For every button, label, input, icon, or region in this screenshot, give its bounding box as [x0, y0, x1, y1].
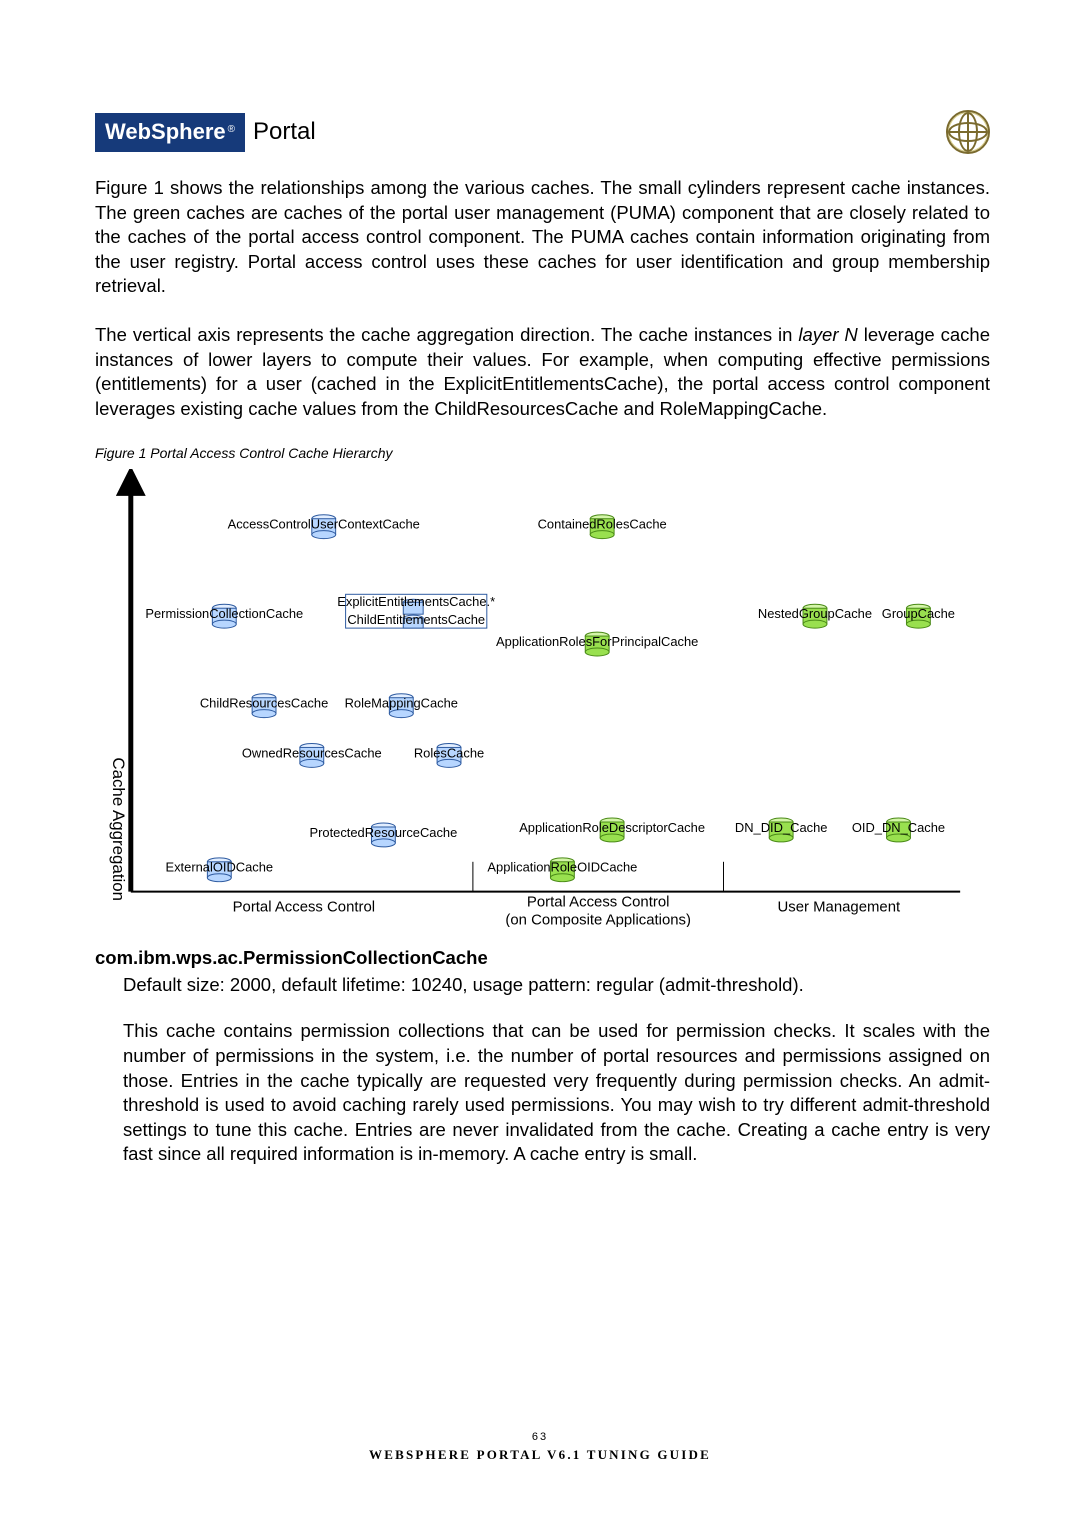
- node-AccessControlUserContextCache: AccessControlUserContextCache: [228, 515, 420, 539]
- section-body: Default size: 2000, default lifetime: 10…: [123, 973, 990, 1167]
- node-ApplicationRolesForPrincipalCache: ApplicationRolesForPrincipalCache: [496, 632, 698, 656]
- paragraph-1: Figure 1 shows the relationships among t…: [95, 176, 990, 299]
- svg-text:RoleMappingCache: RoleMappingCache: [345, 696, 458, 711]
- figure-caption: Figure 1 Portal Access Control Cache Hie…: [95, 445, 990, 461]
- node-NestedGroupCache: NestedGroupCache: [758, 605, 872, 629]
- svg-text:ChildEntitlementsCache: ChildEntitlementsCache: [347, 612, 485, 627]
- svg-text:OwnedResourcesCache: OwnedResourcesCache: [242, 746, 382, 761]
- node-OwnedResourcesCache: OwnedResourcesCache: [242, 744, 382, 768]
- node-DN-DID-Cache: DN_DID_Cache: [735, 818, 828, 842]
- svg-text:OID_DN_Cache: OID_DN_Cache: [852, 820, 945, 835]
- svg-text:ChildResourcesCache: ChildResourcesCache: [200, 696, 328, 711]
- svg-text:ApplicationRolesForPrincipalCa: ApplicationRolesForPrincipalCache: [496, 634, 698, 649]
- svg-text:NestedGroupCache: NestedGroupCache: [758, 607, 872, 622]
- trademark-symbol: ®: [228, 124, 235, 135]
- node-ExternalOIDCache: ExternalOIDCache: [166, 858, 274, 882]
- page-header: WebSphere ® Portal: [95, 110, 990, 154]
- svg-text:ProtectedResourceCache: ProtectedResourceCache: [309, 825, 457, 840]
- brand-badge: WebSphere ®: [95, 113, 245, 152]
- node-PermissionCollectionCache: PermissionCollectionCache: [145, 605, 303, 629]
- logo: WebSphere ® Portal: [95, 113, 316, 152]
- col-2-label: User Management: [778, 900, 901, 916]
- svg-text:DN_DID_Cache: DN_DID_Cache: [735, 820, 828, 835]
- node-ProtectedResourceCache: ProtectedResourceCache: [309, 823, 457, 847]
- node-GroupCache: GroupCache: [882, 605, 955, 629]
- globe-icon: [946, 110, 990, 154]
- section-description: This cache contains permission collectio…: [123, 1019, 990, 1167]
- brand-text: WebSphere: [105, 119, 226, 145]
- col-0-label: Portal Access Control: [233, 900, 376, 916]
- node-ChildResourcesCache: ChildResourcesCache: [200, 694, 328, 718]
- section-defaults-line: Default size: 2000, default lifetime: 10…: [123, 973, 990, 998]
- svg-text:ContainedRolesCache: ContainedRolesCache: [538, 517, 667, 532]
- node-RoleMappingCache: RoleMappingCache: [345, 694, 458, 718]
- node-ContainedRolesCache: ContainedRolesCache: [538, 515, 667, 539]
- col-1-label: Portal Access Control: [527, 895, 670, 911]
- node-ApplicationRoleOIDCache: ApplicationRoleOIDCache: [487, 858, 637, 882]
- page-number: 63: [0, 1431, 1080, 1443]
- cache-hierarchy-svg: Cache Aggregation Portal Access Control …: [95, 469, 990, 926]
- node-OID-DN-Cache: OID_DN_Cache: [852, 818, 945, 842]
- axis-label: Cache Aggregation: [109, 758, 128, 902]
- product-name: Portal: [253, 118, 316, 146]
- document-page: WebSphere ® Portal Figure 1 shows the re…: [0, 0, 1080, 1528]
- svg-text:ExternalOIDCache: ExternalOIDCache: [166, 860, 274, 875]
- svg-text:AccessControlUserContextCache: AccessControlUserContextCache: [228, 517, 420, 532]
- cache-hierarchy-figure: Cache Aggregation Portal Access Control …: [95, 469, 990, 926]
- p2-part-a: The vertical axis represents the cache a…: [95, 324, 798, 345]
- svg-text:GroupCache: GroupCache: [882, 607, 955, 622]
- svg-text:ApplicationRoleDescriptorCache: ApplicationRoleDescriptorCache: [519, 820, 705, 835]
- svg-text:ApplicationRoleOIDCache: ApplicationRoleOIDCache: [487, 860, 637, 875]
- svg-text:PermissionCollectionCache: PermissionCollectionCache: [145, 607, 303, 622]
- p2-layer-term: layer N: [798, 324, 857, 345]
- col-1-sublabel: (on Composite Applications): [505, 913, 691, 927]
- page-footer: 63 WEBSPHERE PORTAL V6.1 TUNING GUIDE: [0, 1431, 1080, 1463]
- section-heading: com.ibm.wps.ac.PermissionCollectionCache: [95, 947, 990, 969]
- node-RolesCache: RolesCache: [414, 744, 484, 768]
- node-ExplicitEntitlementsCache: ExplicitEntitlementsCache.* ChildEntitle…: [337, 595, 495, 629]
- node-ApplicationRoleDescriptorCache: ApplicationRoleDescriptorCache: [519, 818, 705, 842]
- paragraph-2: The vertical axis represents the cache a…: [95, 323, 990, 421]
- footer-title: WEBSPHERE PORTAL V6.1 TUNING GUIDE: [369, 1447, 711, 1462]
- svg-text:RolesCache: RolesCache: [414, 746, 484, 761]
- svg-text:ExplicitEntitlementsCache.*: ExplicitEntitlementsCache.*: [337, 595, 495, 610]
